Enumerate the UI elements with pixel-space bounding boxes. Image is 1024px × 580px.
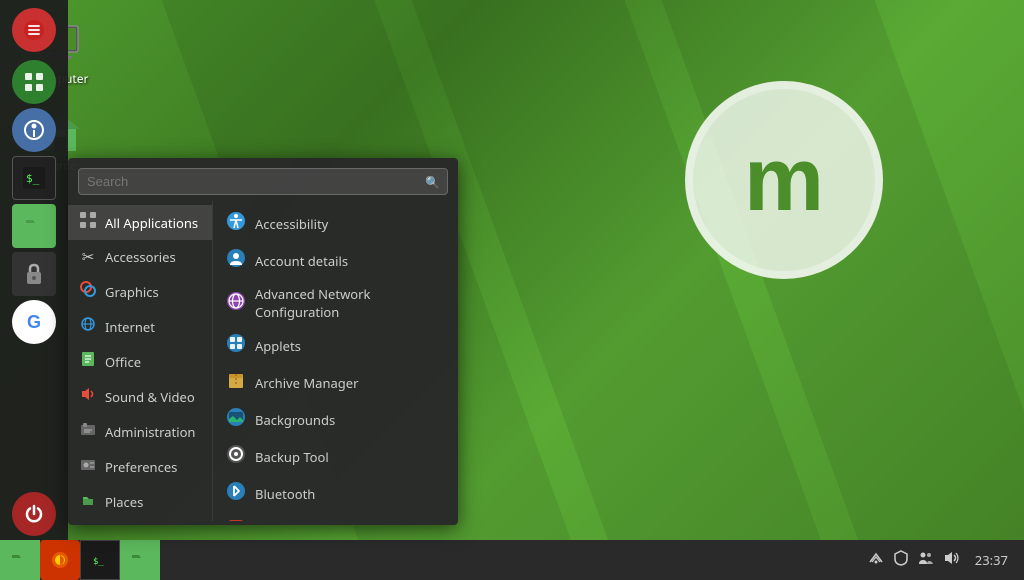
accessories-icon: ✂ bbox=[78, 247, 98, 267]
taskbar: $_ bbox=[0, 540, 1024, 580]
graphics-label: Graphics bbox=[105, 283, 159, 301]
tray-users-icon[interactable] bbox=[915, 551, 937, 570]
taskbar-firefox-button[interactable] bbox=[40, 540, 80, 580]
accessories-label: Accessories bbox=[105, 248, 176, 266]
taskbar-terminal-button[interactable]: $_ bbox=[80, 540, 120, 580]
search-bar: 🔍 bbox=[68, 158, 458, 201]
menu-body: All Applications ✂ Accessories Graphics bbox=[68, 201, 458, 521]
app-advanced-network[interactable]: Advanced Network Configuration bbox=[213, 279, 458, 327]
applets-label: Applets bbox=[255, 337, 301, 355]
category-accessories[interactable]: ✂ Accessories bbox=[68, 240, 212, 274]
sidebar-toggle-button[interactable] bbox=[12, 108, 56, 152]
taskbar-clock: 23:37 bbox=[967, 551, 1016, 569]
archive-manager-label: Archive Manager bbox=[255, 374, 358, 392]
app-backup-tool[interactable]: Backup Tool bbox=[213, 438, 458, 475]
backup-tool-label: Backup Tool bbox=[255, 448, 329, 466]
sound-icon bbox=[78, 386, 98, 407]
backgrounds-icon bbox=[225, 407, 247, 432]
preferences-icon bbox=[78, 456, 98, 477]
app-backgrounds[interactable]: Backgrounds bbox=[213, 401, 458, 438]
tray-shield-icon[interactable] bbox=[891, 550, 911, 571]
search-input[interactable] bbox=[78, 168, 448, 195]
app-accessibility[interactable]: Accessibility bbox=[213, 205, 458, 242]
backup-icon bbox=[225, 444, 247, 469]
mint-logo: m bbox=[684, 80, 884, 280]
tray-volume-icon[interactable] bbox=[941, 551, 963, 570]
app-calculator[interactable]: Calculator bbox=[213, 512, 458, 521]
category-administration[interactable]: Administration bbox=[68, 414, 212, 449]
internet-icon bbox=[78, 316, 98, 337]
taskbar-left: $_ bbox=[0, 540, 160, 580]
accessibility-icon bbox=[225, 211, 247, 236]
taskbar-files-button[interactable] bbox=[0, 540, 40, 580]
search-icon: 🔍 bbox=[425, 173, 440, 190]
sidebar-grid-button[interactable] bbox=[12, 60, 56, 104]
archive-icon bbox=[225, 370, 247, 395]
category-all[interactable]: All Applications bbox=[68, 205, 212, 240]
svg-text:$_: $_ bbox=[26, 172, 40, 185]
places-label: Places bbox=[105, 493, 143, 511]
category-internet[interactable]: Internet bbox=[68, 309, 212, 344]
svg-text:$_: $_ bbox=[93, 557, 104, 567]
sidebar-lock-button[interactable] bbox=[12, 252, 56, 296]
office-label: Office bbox=[105, 353, 141, 371]
category-sound-video[interactable]: Sound & Video bbox=[68, 379, 212, 414]
sidebar-menu-button[interactable] bbox=[12, 8, 56, 52]
bluetooth-label: Bluetooth bbox=[255, 485, 315, 503]
network-icon bbox=[225, 291, 247, 316]
app-archive-manager[interactable]: Archive Manager bbox=[213, 364, 458, 401]
office-icon bbox=[78, 351, 98, 372]
sidebar-power-button[interactable] bbox=[12, 492, 56, 536]
sound-video-label: Sound & Video bbox=[105, 388, 195, 406]
app-account-details[interactable]: Account details bbox=[213, 242, 458, 279]
category-graphics[interactable]: Graphics bbox=[68, 274, 212, 309]
sidebar-files-button[interactable] bbox=[12, 204, 56, 248]
taskbar-files2-button[interactable] bbox=[120, 540, 160, 580]
category-recent[interactable]: Recent Files bbox=[68, 519, 212, 521]
places-icon bbox=[78, 491, 98, 512]
sidebar-google-button[interactable]: G bbox=[12, 300, 56, 344]
administration-label: Administration bbox=[105, 423, 195, 441]
app-bluetooth[interactable]: Bluetooth bbox=[213, 475, 458, 512]
admin-icon bbox=[78, 421, 98, 442]
app-menu: 🔍 All Applications ✂ Accessories bbox=[68, 158, 458, 525]
all-apps-label: All Applications bbox=[105, 214, 198, 232]
svg-text:m: m bbox=[744, 130, 824, 230]
taskbar-right: 23:37 bbox=[865, 550, 1024, 571]
account-icon bbox=[225, 248, 247, 273]
category-office[interactable]: Office bbox=[68, 344, 212, 379]
category-preferences[interactable]: Preferences bbox=[68, 449, 212, 484]
accessibility-label: Accessibility bbox=[255, 215, 328, 233]
graphics-icon bbox=[78, 281, 98, 302]
bluetooth-icon bbox=[225, 481, 247, 506]
apps-list: Accessibility Account details bbox=[213, 201, 458, 521]
backgrounds-label: Backgrounds bbox=[255, 411, 335, 429]
all-apps-icon bbox=[78, 212, 98, 233]
applets-icon bbox=[225, 333, 247, 358]
advanced-network-label: Advanced Network Configuration bbox=[255, 285, 446, 321]
categories-panel: All Applications ✂ Accessories Graphics bbox=[68, 201, 213, 521]
account-details-label: Account details bbox=[255, 252, 348, 270]
category-places[interactable]: Places bbox=[68, 484, 212, 519]
sidebar-terminal-button[interactable]: $_ bbox=[12, 156, 56, 200]
calculator-icon bbox=[225, 518, 247, 521]
tray-network-icon[interactable] bbox=[865, 550, 887, 571]
app-applets[interactable]: Applets bbox=[213, 327, 458, 364]
preferences-label: Preferences bbox=[105, 458, 177, 476]
sidebar: $_ G bbox=[0, 0, 68, 540]
internet-label: Internet bbox=[105, 318, 155, 336]
